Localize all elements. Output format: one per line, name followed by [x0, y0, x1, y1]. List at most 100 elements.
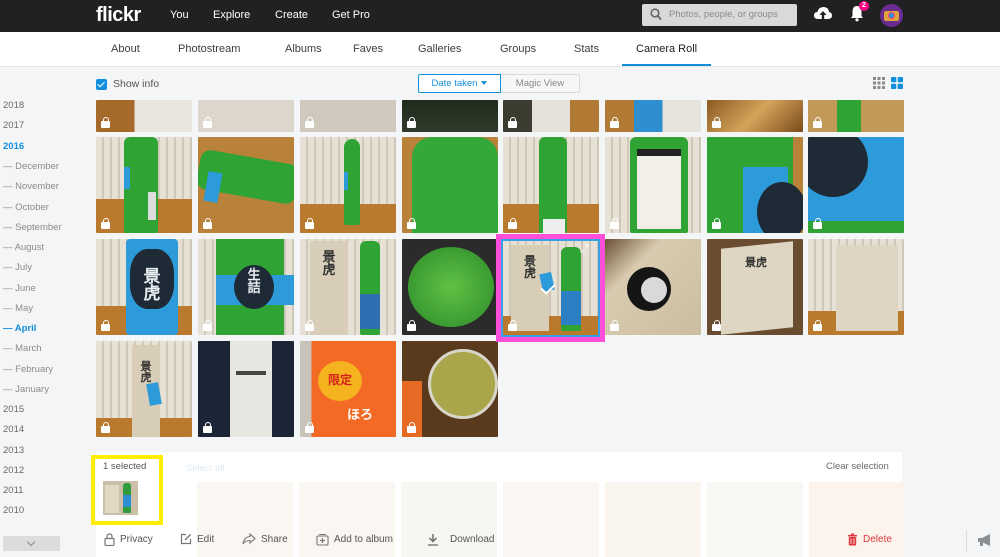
large-grid-icon[interactable]: [891, 77, 903, 89]
add-to-album-button[interactable]: Add to album: [316, 533, 393, 546]
photo-tile[interactable]: [605, 137, 701, 233]
date-taken-dropdown[interactable]: Date taken: [418, 74, 501, 93]
download-button[interactable]: Download: [426, 533, 494, 546]
feedback-megaphone-icon[interactable]: [976, 533, 994, 547]
sidebar-year-2018[interactable]: 2018: [3, 100, 24, 111]
privacy-label: Privacy: [120, 534, 153, 545]
clear-selection-link[interactable]: Clear selection: [826, 461, 889, 472]
sidebar-month-april[interactable]: — April: [3, 323, 36, 334]
sidebar-month-june[interactable]: — June: [3, 283, 36, 294]
lock-icon: [305, 422, 314, 433]
notification-badge: 2: [859, 1, 869, 11]
lock-icon: [305, 218, 314, 229]
photo-tile[interactable]: [198, 341, 294, 437]
profile-subnav: About Photostream Albums Faves Galleries…: [0, 32, 1000, 67]
sidebar-year-2014[interactable]: 2014: [3, 424, 24, 435]
search-input[interactable]: Photos, people, or groups: [642, 4, 797, 26]
tab-albums[interactable]: Albums: [285, 43, 322, 55]
delete-label: Delete: [863, 534, 892, 545]
lock-icon: [508, 117, 517, 128]
lock-icon: [101, 117, 110, 128]
nav-you[interactable]: You: [170, 9, 189, 21]
photo-tile[interactable]: [707, 100, 803, 132]
small-grid-icon[interactable]: [873, 77, 885, 89]
photo-tile[interactable]: 生詰: [198, 239, 294, 335]
photo-tile[interactable]: [198, 137, 294, 233]
sidebar-year-2011[interactable]: 2011: [3, 485, 23, 496]
photo-tile[interactable]: [402, 137, 498, 233]
sidebar-scroll-down-button[interactable]: [3, 536, 60, 551]
date-taken-label: Date taken: [431, 78, 478, 89]
magic-view-button[interactable]: Magic View: [501, 74, 580, 93]
photo-tile[interactable]: [402, 100, 498, 132]
show-info-toggle[interactable]: Show info: [96, 78, 159, 90]
sidebar-month-may[interactable]: — May: [3, 303, 33, 314]
tab-galleries[interactable]: Galleries: [418, 43, 461, 55]
photo-tile[interactable]: [503, 137, 599, 233]
sidebar-month-october[interactable]: — October: [3, 202, 49, 213]
lock-icon: [813, 218, 822, 229]
sidebar-year-2012[interactable]: 2012: [3, 465, 24, 476]
lock-icon: [104, 533, 115, 546]
lock-icon: [407, 218, 416, 229]
nav-create[interactable]: Create: [275, 9, 308, 21]
sidebar-month-february[interactable]: — February: [3, 364, 53, 375]
nav-explore[interactable]: Explore: [213, 9, 250, 21]
photo-tile[interactable]: [808, 137, 904, 233]
sidebar-month-january[interactable]: — January: [3, 384, 49, 395]
sidebar-month-december[interactable]: — December: [3, 161, 59, 172]
nav-get-pro[interactable]: Get Pro: [332, 9, 370, 21]
photo-tile[interactable]: [300, 137, 396, 233]
photo-tile[interactable]: 限定 ほろ: [300, 341, 396, 437]
show-info-checkbox[interactable]: [96, 78, 107, 90]
tab-camera-roll[interactable]: Camera Roll: [636, 43, 697, 55]
lock-icon: [610, 218, 619, 229]
sidebar-month-september[interactable]: — September: [3, 222, 62, 233]
sidebar-year-2016[interactable]: 2016: [3, 141, 24, 152]
sidebar-month-march[interactable]: — March: [3, 343, 42, 354]
photo-tile[interactable]: [402, 239, 498, 335]
top-bar: flickr You Explore Create Get Pro Photos…: [0, 0, 1000, 32]
sidebar-year-2010[interactable]: 2010: [3, 505, 24, 516]
photo-tile[interactable]: [96, 137, 192, 233]
tab-groups[interactable]: Groups: [500, 43, 536, 55]
share-button[interactable]: Share: [242, 533, 288, 545]
expand-icon[interactable]: ⤢: [580, 243, 589, 256]
photo-tile[interactable]: 景虎: [96, 341, 192, 437]
photo-tile[interactable]: 景虎: [707, 239, 803, 335]
sidebar-year-2017[interactable]: 2017: [3, 120, 24, 131]
delete-button[interactable]: Delete: [847, 533, 892, 546]
photo-tile[interactable]: [808, 239, 904, 335]
flickr-logo[interactable]: flickr: [96, 4, 141, 27]
lock-icon: [407, 117, 416, 128]
tab-about[interactable]: About: [111, 43, 140, 55]
photo-tile[interactable]: [503, 100, 599, 132]
photo-tile[interactable]: [605, 239, 701, 335]
photo-tile[interactable]: [605, 100, 701, 132]
tab-photostream[interactable]: Photostream: [178, 43, 240, 55]
tab-stats[interactable]: Stats: [574, 43, 599, 55]
lock-icon: [407, 422, 416, 433]
avatar[interactable]: [880, 4, 903, 27]
photo-tile[interactable]: [402, 341, 498, 437]
lock-icon: [305, 117, 314, 128]
photo-tile[interactable]: 景虎: [300, 239, 396, 335]
photo-tile[interactable]: 景虎: [96, 239, 192, 335]
photo-tile[interactable]: [808, 100, 904, 132]
sidebar-year-2015[interactable]: 2015: [3, 404, 24, 415]
privacy-button[interactable]: Privacy: [104, 533, 153, 546]
select-all-link[interactable]: Select all: [186, 463, 225, 474]
sidebar-year-2013[interactable]: 2013: [3, 445, 24, 456]
sidebar-month-november[interactable]: — November: [3, 181, 59, 192]
photo-tile[interactable]: [198, 100, 294, 132]
edit-button[interactable]: Edit: [180, 533, 214, 545]
lock-icon: [813, 320, 822, 331]
sidebar-month-july[interactable]: — July: [3, 262, 32, 273]
lock-icon: [101, 422, 110, 433]
photo-tile[interactable]: [96, 100, 192, 132]
sidebar-month-august[interactable]: — August: [3, 242, 44, 253]
photo-tile[interactable]: [300, 100, 396, 132]
upload-icon[interactable]: [813, 5, 833, 23]
tab-faves[interactable]: Faves: [353, 43, 383, 55]
photo-tile[interactable]: [707, 137, 803, 233]
